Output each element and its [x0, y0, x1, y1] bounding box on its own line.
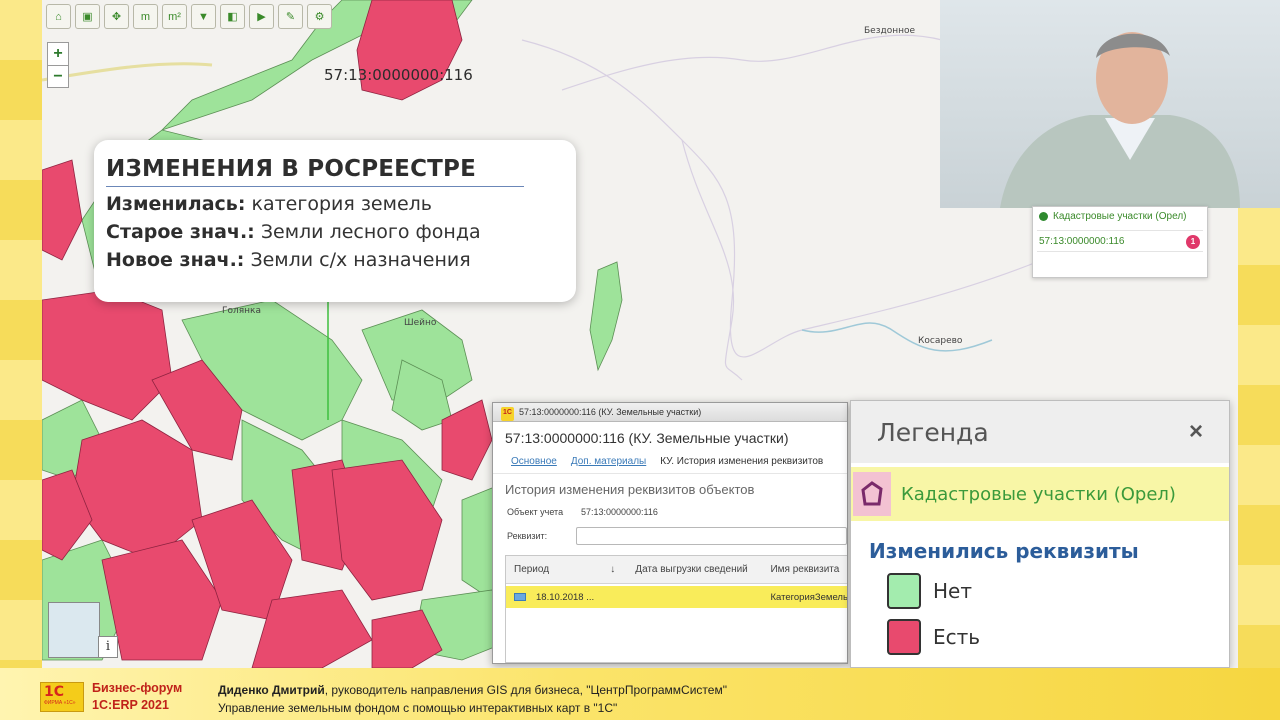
parcel-label: 57:13:0000000:116: [324, 66, 473, 84]
legend-title: Легенда: [877, 417, 989, 447]
home-icon[interactable]: ⌂: [46, 4, 71, 29]
measure-m-icon[interactable]: m: [133, 4, 158, 29]
select-icon[interactable]: ▣: [75, 4, 100, 29]
window-tabs: Основное Доп. материалы КУ. История изме…: [493, 446, 847, 467]
sort-arrow-icon[interactable]: ↓: [610, 564, 623, 575]
tab-materials[interactable]: Доп. материалы: [571, 456, 646, 467]
decor-stripe-right: [1236, 205, 1280, 668]
legend-header: Легенда ×: [851, 401, 1229, 463]
callout-title: ИЗМЕНЕНИЯ В РОСРЕЕСТРЕ: [106, 156, 524, 187]
filter-icon[interactable]: ▼: [191, 4, 216, 29]
object-value: 57:13:0000000:116: [581, 507, 658, 517]
tab-main[interactable]: Основное: [511, 456, 557, 467]
polygon-icon: [853, 472, 891, 516]
changes-callout: ИЗМЕНЕНИЯ В РОСРЕЕСТРЕ Изменилась: катег…: [94, 140, 576, 302]
table-row[interactable]: 18.10.2018 ... КатегорияЗемель: [506, 586, 847, 608]
close-icon[interactable]: ×: [1189, 418, 1203, 446]
tab-history[interactable]: КУ. История изменения реквизитов: [660, 456, 823, 467]
object-field: Объект учета 57:13:0000000:116: [507, 507, 658, 517]
result-count-badge: 1: [1186, 235, 1200, 249]
decor-stripe-left: [0, 0, 42, 668]
talk-topic: Управление земельным фондом с помощью ин…: [218, 701, 618, 715]
legend-swatch: [887, 573, 921, 609]
parcel-card-window: 1С 57:13:0000000:116 (КУ. Земельные учас…: [492, 402, 848, 664]
presentation-frame: ⌂ ▣ ✥ m m² ▼ ◧ ▶ ✎ ⚙ + − 57:13:0000000:1…: [0, 0, 1280, 720]
callout-row: Старое знач.: Земли лесного фонда: [106, 221, 481, 243]
1c-firm-logo: 1С ФИРМА «1С»: [40, 682, 84, 712]
place-label: Косарево: [918, 336, 963, 346]
speaker-info: Диденко Дмитрий, руководитель направлени…: [218, 683, 727, 715]
place-label: Бездонное: [864, 26, 916, 36]
legend-layer-row[interactable]: Кадастровые участки (Орел): [851, 467, 1229, 521]
tool-icon[interactable]: ✎: [278, 4, 303, 29]
legend-swatch: [887, 619, 921, 655]
forum-title: Бизнес-форум 1С:ERP 2021: [92, 681, 183, 712]
history-subtitle: История изменения реквизитов объектов: [493, 473, 847, 497]
presenter-video: [940, 0, 1280, 208]
export-icon[interactable]: ▶: [249, 4, 274, 29]
place-label: Шейно: [404, 318, 437, 328]
layer-icon[interactable]: ◧: [220, 4, 245, 29]
legend-item: Есть: [851, 609, 1229, 655]
legend-item: Нет: [851, 563, 1229, 609]
legend-group-title: Изменились реквизиты: [869, 539, 1139, 563]
callout-row: Новое знач.: Земли с/х назначения: [106, 249, 471, 271]
minimap[interactable]: [48, 602, 100, 658]
layer-dot-icon: [1039, 212, 1048, 221]
speaker-name: Диденко Дмитрий: [218, 683, 325, 697]
legend-layer-label: Кадастровые участки (Орел): [901, 483, 1176, 505]
window-title: 57:13:0000000:116 (КУ. Земельные участки…: [505, 430, 789, 446]
zoom-control: + −: [47, 42, 69, 88]
zoom-in-button[interactable]: +: [48, 43, 68, 65]
1c-logo-icon: 1С: [501, 407, 514, 421]
callout-row: Изменилась: категория земель: [106, 193, 432, 215]
settings-icon[interactable]: ⚙: [307, 4, 332, 29]
record-icon: [514, 592, 526, 601]
search-layer-label: Кадастровые участки (Орел): [1053, 211, 1187, 222]
history-table: Период ↓ Дата выгрузки сведений Имя рекви…: [505, 555, 847, 663]
measure-m2-icon[interactable]: m²: [162, 4, 187, 29]
zoom-out-button[interactable]: −: [48, 65, 68, 87]
pan-icon[interactable]: ✥: [104, 4, 129, 29]
search-results-popup: Кадастровые участки (Орел) 57:13:0000000…: [1032, 206, 1208, 278]
table-header: Период ↓ Дата выгрузки сведений Имя рекви…: [506, 556, 847, 584]
presenter-figure: [1000, 32, 1240, 208]
info-button[interactable]: i: [98, 636, 118, 658]
search-result-item[interactable]: 57:13:0000000:116 1: [1037, 230, 1203, 252]
attribute-field: Реквизит:: [493, 517, 847, 545]
map-toolbar: ⌂ ▣ ✥ m m² ▼ ◧ ▶ ✎ ⚙: [46, 4, 332, 29]
legend-panel: Легенда × Кадастровые участки (Орел) Изм…: [850, 400, 1230, 668]
attribute-input[interactable]: [575, 527, 847, 545]
place-label: Голянка: [222, 306, 261, 316]
window-titlebar[interactable]: 1С 57:13:0000000:116 (КУ. Земельные учас…: [493, 403, 847, 422]
